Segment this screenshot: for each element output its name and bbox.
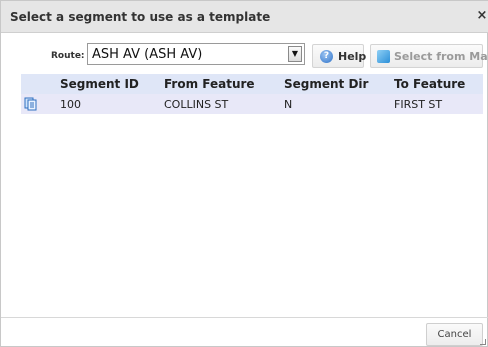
select-from-map-button[interactable]: Select from Map: [370, 44, 488, 68]
dialog-titlebar[interactable]: Select a segment to use as a template ×: [1, 1, 488, 33]
resize-grip-icon[interactable]: [480, 339, 486, 345]
column-header-segment-dir[interactable]: Segment Dir: [284, 77, 368, 91]
chevron-down-icon[interactable]: ▼: [288, 46, 302, 62]
map-icon: [377, 50, 390, 63]
route-selected-value: ASH AV (ASH AV): [92, 47, 203, 62]
segment-grid: Segment ID From Feature Segment Dir To F…: [21, 74, 483, 114]
help-circle-icon: ?: [320, 50, 333, 63]
table-row[interactable]: 100 COLLINS ST N FIRST ST: [21, 94, 483, 114]
route-select[interactable]: ASH AV (ASH AV) ▼: [87, 43, 305, 65]
cell-from-feature: COLLINS ST: [164, 98, 229, 111]
help-button-label: Help: [338, 50, 367, 63]
copy-document-icon[interactable]: [24, 97, 37, 111]
cell-segment-dir: N: [284, 98, 293, 111]
cell-to-feature: FIRST ST: [394, 98, 443, 111]
column-header-segment-id[interactable]: Segment ID: [60, 77, 139, 91]
help-button[interactable]: ? Help: [312, 44, 367, 68]
grid-header-row: Segment ID From Feature Segment Dir To F…: [21, 74, 483, 94]
column-header-from-feature[interactable]: From Feature: [164, 77, 255, 91]
column-header-to-feature[interactable]: To Feature: [394, 77, 465, 91]
select-from-map-label: Select from Map: [394, 50, 488, 63]
cancel-button[interactable]: Cancel: [426, 323, 483, 346]
dialog-title: Select a segment to use as a template: [10, 10, 271, 24]
close-icon[interactable]: ×: [476, 9, 488, 23]
footer-divider: [1, 317, 488, 318]
route-label: Route:: [51, 51, 85, 61]
segment-template-dialog: Select a segment to use as a template × …: [0, 0, 488, 347]
cell-segment-id: 100: [60, 98, 81, 111]
